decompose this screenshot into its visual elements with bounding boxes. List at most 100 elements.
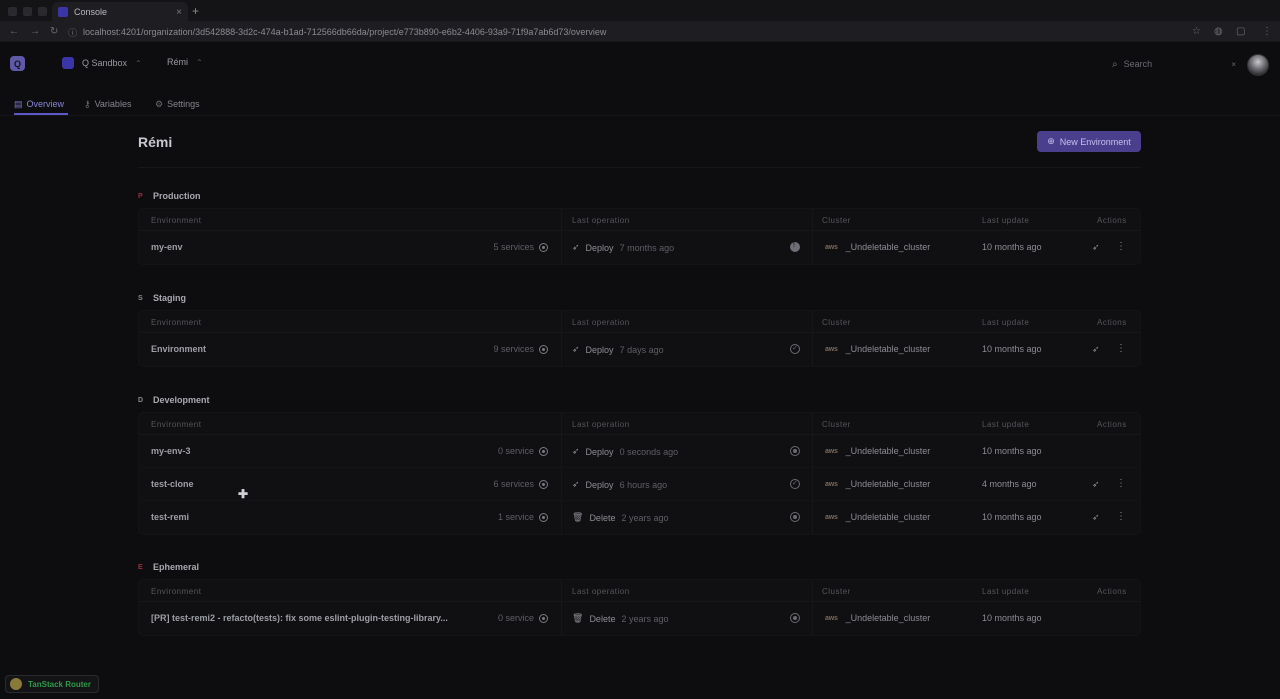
env-section-development: D Development Environment Last operation Clu…: [138, 394, 1141, 535]
last-operation: ➶ Deploy 7 days ago: [572, 344, 664, 355]
new-tab-icon[interactable]: +: [192, 4, 199, 18]
environment-table: Environment Last operation Cluster Last upd…: [138, 310, 1141, 367]
search-placeholder: Search: [1123, 59, 1153, 69]
search-input[interactable]: ⌕ Search ×: [1112, 56, 1236, 72]
cluster-cell: aws _Undeletable_cluster: [825, 512, 930, 522]
section-badge: E: [138, 563, 143, 571]
forward-icon[interactable]: →: [30, 26, 40, 37]
tanstack-router-devtools-button[interactable]: TanStack Router: [5, 675, 99, 693]
column-header-last-operation: Last operation: [572, 318, 630, 327]
table-row[interactable]: my-env-3 0 service ➶ Deploy 0 seconds ago aws…: [139, 435, 1140, 468]
trash-icon: 🗑: [572, 613, 584, 623]
new-environment-button[interactable]: ⊕ New Environment: [1037, 131, 1141, 152]
last-update: 10 months ago: [982, 613, 1042, 623]
deploy-rocket-icon[interactable]: ➶: [1092, 512, 1100, 523]
deploy-rocket-icon[interactable]: ➶: [1092, 242, 1100, 253]
env-section-ephemeral: E Ephemeral Environment Last operation Clust…: [138, 561, 1141, 636]
more-options-icon[interactable]: ⋮: [1116, 511, 1126, 522]
rocket-icon: ➶: [572, 446, 580, 456]
rocket-icon: ➶: [572, 479, 580, 489]
services-count-label: 6 services: [493, 479, 534, 489]
more-options-icon[interactable]: ⋮: [1116, 478, 1126, 489]
services-count: 0 service: [498, 446, 548, 456]
cluster-cell: aws _Undeletable_cluster: [825, 242, 930, 252]
aws-icon: aws: [825, 614, 838, 622]
services-count-label: 1 service: [497, 512, 534, 522]
qovery-logo-icon[interactable]: Q: [10, 56, 25, 71]
section-badge: P: [138, 192, 143, 200]
extension-icon[interactable]: ◍: [1214, 26, 1223, 37]
table-header: Environment Last operation Cluster Last upd…: [139, 580, 1140, 602]
organization-selector[interactable]: Q Sandbox ⌃: [62, 57, 142, 69]
section-header: S Staging: [138, 292, 186, 304]
operation-name: Delete: [589, 613, 616, 624]
section-header: P Production: [138, 190, 201, 202]
table-row[interactable]: test-clone 6 services ➶ Deploy 6 hours ago ✓ a…: [139, 468, 1140, 501]
operation-name: Deploy: [585, 344, 614, 355]
deployment-status-icon: !: [790, 242, 800, 252]
sidepanel-icon[interactable]: ▢: [1236, 26, 1245, 37]
column-header-environment: Environment: [151, 216, 202, 225]
services-count: 1 service: [498, 512, 548, 522]
browser-tab-strip: Console × +: [0, 0, 1280, 22]
services-count-label: 0 service: [497, 613, 534, 623]
close-icon[interactable]: ×: [1231, 60, 1236, 69]
rocket-icon: ➶: [572, 242, 580, 252]
avatar[interactable]: [1247, 54, 1269, 76]
column-header-last-update: Last update: [982, 318, 1030, 327]
cluster-name: _Undeletable_cluster: [845, 479, 931, 489]
browser-tab[interactable]: Console ×: [52, 2, 188, 22]
environment-name[interactable]: [PR] test-remi2 - refacto(tests): fix so…: [151, 613, 448, 623]
reload-icon[interactable]: ↻: [50, 26, 58, 37]
site-info-icon[interactable]: ⓘ: [68, 26, 77, 39]
search-icon: ⌕: [1112, 58, 1118, 70]
window-controls[interactable]: [8, 7, 47, 16]
status-circle-icon: [539, 613, 548, 623]
more-options-icon[interactable]: ⋮: [1116, 241, 1126, 252]
cluster-name: _Undeletable_cluster: [845, 613, 931, 623]
deploy-rocket-icon[interactable]: ➶: [1092, 344, 1100, 355]
section-badge: D: [138, 396, 144, 404]
operation-time: 6 hours ago: [619, 479, 668, 490]
section-title: Staging: [153, 293, 186, 303]
services-count-label: 9 services: [493, 344, 534, 354]
tab-settings[interactable]: ⚙ Settings: [155, 94, 200, 114]
environment-name[interactable]: Environment: [151, 344, 206, 354]
deploy-rocket-icon[interactable]: ➶: [1092, 479, 1100, 490]
cluster-cell: aws _Undeletable_cluster: [825, 613, 930, 623]
tab-variables[interactable]: ⚷ Variables: [84, 94, 131, 114]
environment-name[interactable]: test-clone: [151, 479, 194, 489]
operation-time: 7 months ago: [619, 242, 675, 253]
table-row[interactable]: test-remi 1 service 🗑 Delete 2 years ago aws _…: [139, 501, 1140, 534]
column-header-cluster: Cluster: [822, 318, 851, 327]
column-header-cluster: Cluster: [822, 587, 851, 596]
environment-name[interactable]: my-env: [151, 242, 183, 252]
column-header-actions: Actions: [1097, 318, 1127, 327]
last-operation: 🗑 Delete 2 years ago: [572, 512, 668, 523]
environment-name[interactable]: test-remi: [151, 512, 189, 522]
column-header-last-update: Last update: [982, 216, 1030, 225]
cluster-cell: aws _Undeletable_cluster: [825, 446, 930, 456]
url-field[interactable]: ⓘ localhost:4201/organization/3d542888-3…: [68, 24, 1190, 40]
aws-icon: aws: [825, 447, 838, 455]
column-header-actions: Actions: [1097, 216, 1127, 225]
tab-overview[interactable]: ▤ Overview: [14, 94, 64, 114]
table-row[interactable]: Environment 9 services ➶ Deploy 7 days ago ✓ a…: [139, 333, 1140, 366]
project-selector[interactable]: Rémi ⌃: [167, 57, 203, 67]
environment-name[interactable]: my-env-3: [151, 446, 191, 456]
tab-title: Console: [74, 7, 108, 17]
new-environment-label: New Environment: [1059, 136, 1131, 147]
bookmark-star-icon[interactable]: ☆: [1192, 26, 1201, 37]
column-header-last-operation: Last operation: [572, 587, 630, 596]
tab-close-icon[interactable]: ×: [176, 7, 182, 18]
back-icon[interactable]: ←: [9, 26, 19, 37]
menu-dots-icon[interactable]: ⋮: [1262, 26, 1272, 37]
layout-icon: ▤: [14, 98, 23, 109]
table-row[interactable]: [PR] test-remi2 - refacto(tests): fix so…: [139, 602, 1140, 635]
section-title: Ephemeral: [153, 562, 200, 572]
status-circle-icon: [539, 512, 548, 522]
cluster-name: _Undeletable_cluster: [845, 242, 931, 252]
more-options-icon[interactable]: ⋮: [1116, 343, 1126, 354]
table-header: Environment Last operation Cluster Last upd…: [139, 311, 1140, 333]
table-row[interactable]: my-env 5 services ➶ Deploy 7 months ago! aws _…: [139, 231, 1140, 264]
